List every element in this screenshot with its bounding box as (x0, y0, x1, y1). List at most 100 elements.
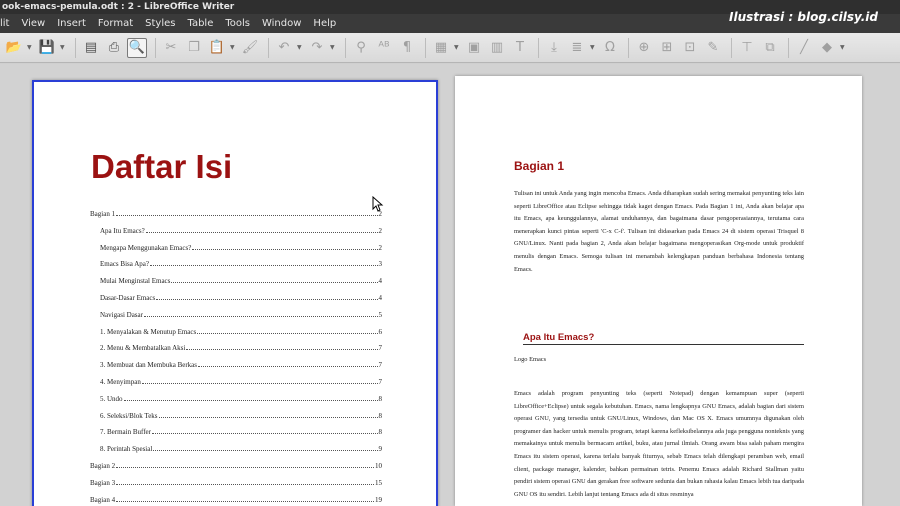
toc-entry-label: Bagian 2 (90, 462, 116, 470)
dropdown-arrow-icon[interactable]: ▼ (230, 44, 236, 51)
paste-icon[interactable]: 📋 (207, 38, 227, 58)
toc-entry[interactable]: 1. Menyalakan & Menutup Emacs 6 (100, 328, 382, 338)
print-preview-icon[interactable]: 🔍 (127, 37, 147, 58)
toc-entry[interactable]: Mulai Menginstal Emacs 4 (100, 277, 382, 287)
dropdown-arrow-icon[interactable]: ▼ (297, 44, 303, 51)
toc-entry[interactable]: Emacs Bisa Apa? 3 (100, 260, 382, 270)
open-icon[interactable]: 📂 (4, 38, 24, 58)
menu-edit[interactable]: lit (0, 14, 15, 33)
toc-leader-dots (116, 210, 378, 216)
hyperlink-icon[interactable]: ⊕ (634, 38, 654, 58)
toc-entry-page: 3 (378, 260, 383, 269)
toc-entry-page: 5 (378, 310, 383, 319)
menu-table[interactable]: Table (181, 14, 219, 33)
page-toc[interactable]: Daftar Isi Bagian 1 2 Apa Itu Emacs? 2 Menga… (32, 80, 438, 506)
toolbar-separator (788, 37, 789, 58)
menu-format[interactable]: Format (92, 14, 139, 33)
page-break-icon[interactable]: ⤓ (544, 38, 564, 58)
undo-icon[interactable]: ↶ (274, 38, 294, 58)
export-pdf-icon[interactable]: ▤ (81, 38, 101, 58)
special-character-icon[interactable]: Ω (600, 38, 620, 58)
toolbar-separator (155, 37, 156, 58)
toc-entry[interactable]: 2. Menu & Membatalkan Aksi 7 (100, 344, 382, 354)
find-replace-icon[interactable]: ⚲ (351, 38, 371, 58)
toc-entry[interactable]: Dasar-Dasar Emacs 4 (100, 294, 382, 304)
toc-entry-page: 15 (375, 478, 382, 487)
toc-entry[interactable]: Navigasi Dasar 5 (100, 311, 382, 321)
toc-entry-page: 8 (378, 428, 383, 437)
print-icon[interactable]: ⎙ (104, 38, 124, 58)
save-icon[interactable]: 💾 (37, 38, 57, 58)
body-paragraph: Emacs adalah program penyunting teks (se… (514, 390, 804, 498)
toc-entry[interactable]: Bagian 12 (90, 210, 382, 220)
footnote-icon[interactable]: ⊞ (657, 38, 677, 58)
clone-formatting-icon[interactable]: 🖌 (240, 38, 260, 58)
track-changes-icon[interactable]: ✎ (703, 38, 723, 58)
insert-image-icon[interactable]: ▣ (464, 38, 484, 58)
toc-leader-dots (156, 294, 378, 300)
menu-window[interactable]: Window (256, 14, 307, 33)
toc-entry-label: 7. Bermain Buffer (100, 428, 151, 437)
comment-icon[interactable]: ⊡ (680, 38, 700, 58)
basic-shapes-icon[interactable]: ◆ (817, 38, 837, 58)
toc-entry-label: 2. Menu & Membatalkan Aksi (100, 344, 186, 353)
menu-styles[interactable]: Styles (139, 14, 181, 33)
toc-leader-dots (116, 479, 374, 485)
watermark: Ilustrasi : blog.cilsy.id (729, 10, 878, 24)
toc-entry-label: Mengapa Menggunakan Emacs? (100, 243, 192, 252)
toolbar-separator (538, 37, 539, 58)
page-bagian-1[interactable]: Bagian 1 Tulisan ini untuk Anda yang ing… (455, 76, 862, 506)
toc-leader-dots (153, 445, 378, 452)
document-workspace[interactable]: Daftar Isi Bagian 1 2 Apa Itu Emacs? 2 Menga… (0, 64, 900, 506)
heading-apa-itu-emacs: Apa Itu Emacs? (523, 332, 804, 345)
insert-table-icon[interactable]: ▦ (431, 38, 451, 58)
toc-entry[interactable]: Apa Itu Emacs? 2 (100, 227, 382, 237)
menu-view[interactable]: View (15, 14, 51, 33)
formatting-marks-icon[interactable]: ¶ (397, 38, 417, 58)
toc-leader-dots (145, 227, 378, 233)
menu-tools[interactable]: Tools (219, 14, 256, 33)
line-tool-icon[interactable]: ╱ (794, 38, 814, 58)
cut-icon[interactable]: ✂ (161, 38, 181, 58)
toc-entry[interactable]: Bagian 4 19 (90, 496, 382, 506)
dropdown-arrow-icon[interactable]: ▼ (60, 44, 66, 51)
dropdown-arrow-icon[interactable]: ▼ (840, 44, 846, 51)
toc-entry[interactable]: 8. Perintah Spesial 9 (100, 445, 382, 455)
toc-entry[interactable]: 3. Membuat dan Membuka Berkas 7 (100, 361, 382, 371)
insert-frame-icon[interactable]: ⧉ (760, 38, 780, 58)
toc-leader-dots (158, 412, 378, 418)
spelling-icon[interactable]: ᴬᴮ (374, 38, 394, 58)
toc-entry-page: 8 (378, 411, 383, 420)
toc-entry-page: 2 (378, 226, 383, 235)
toc-entry[interactable]: 4. Menyimpan 7 (100, 378, 382, 388)
dropdown-arrow-icon[interactable]: ▼ (590, 44, 596, 51)
toc-leader-dots (152, 428, 378, 435)
toc-leader-dots (123, 395, 378, 401)
toc-entry[interactable]: Bagian 2 10 (90, 462, 382, 472)
intro-paragraph: Tulisan ini untuk Anda yang ingin mencob… (514, 190, 804, 273)
toc-entry[interactable]: 5. Undo 8 (100, 395, 382, 405)
insert-field-icon[interactable]: ≣ (567, 38, 587, 58)
insert-chart-icon[interactable]: ▥ (487, 38, 507, 58)
toc-title: Daftar Isi (91, 148, 233, 185)
redo-icon[interactable]: ↷ (307, 38, 327, 58)
menu-insert[interactable]: Insert (51, 14, 92, 33)
toc-entry[interactable]: Mengapa Menggunakan Emacs? 2 (100, 244, 382, 254)
copy-icon[interactable]: ❐ (184, 38, 204, 58)
insert-line-icon[interactable]: ⊤ (737, 38, 757, 58)
toolbar-separator (425, 37, 426, 58)
menu-help[interactable]: Help (307, 14, 342, 33)
dropdown-arrow-icon[interactable]: ▼ (454, 44, 460, 51)
dropdown-arrow-icon[interactable]: ▼ (27, 44, 33, 51)
toc-entry[interactable]: 6. Seleksi/Blok Teks 8 (100, 412, 382, 422)
toc-entry[interactable]: 7. Bermain Buffer 8 (100, 428, 382, 438)
toc-entry-label: 8. Perintah Spesial (100, 445, 153, 454)
insert-textbox-icon[interactable]: T (510, 38, 530, 58)
dropdown-arrow-icon[interactable]: ▼ (330, 44, 336, 51)
toc-leader-dots (150, 260, 378, 267)
toc-leader-dots (171, 277, 378, 284)
toc-entry[interactable]: Bagian 3 15 (90, 479, 382, 489)
toc-entry-page: 9 (378, 445, 383, 454)
toc-entry-page: 8 (378, 394, 383, 403)
toc-entry-page: 4 (378, 294, 383, 302)
